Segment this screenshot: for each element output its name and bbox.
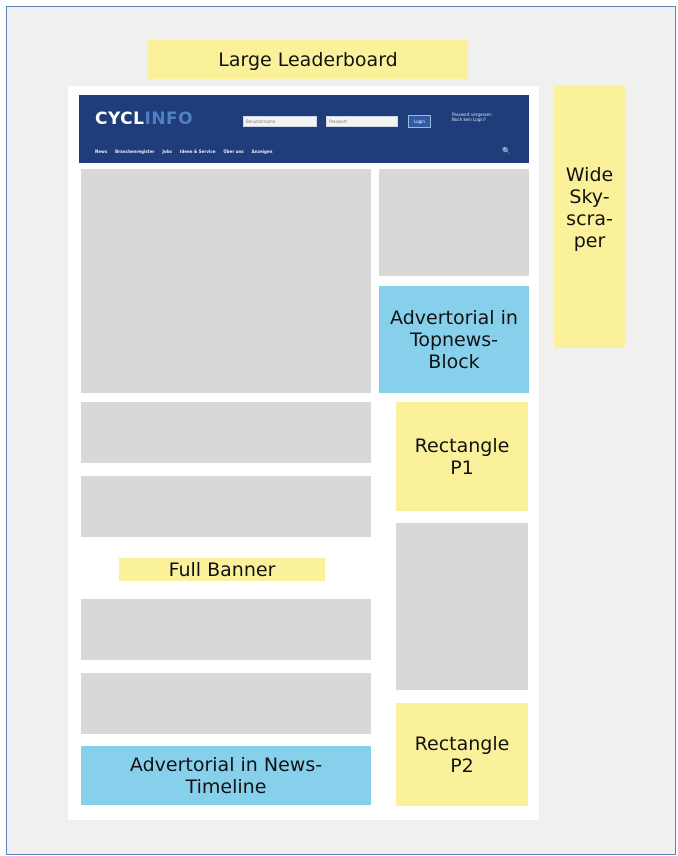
advertorial-timeline-line-1: Advertorial in News- <box>129 753 323 776</box>
nav-item-ueber-uns[interactable]: Über uns <box>223 149 243 157</box>
topnews-side-block <box>379 169 529 276</box>
rectangle-p2-line-1: Rectangle <box>414 732 510 755</box>
news-block-1 <box>81 402 371 463</box>
advertorial-topnews-line-1: Advertorial in <box>390 306 518 329</box>
rectangle-p1-line-2: P1 <box>450 456 474 479</box>
large-leaderboard-label: Large Leaderboard <box>218 48 398 71</box>
search-icon[interactable]: 🔍 <box>502 147 511 155</box>
wide-skyscraper-line-4: per <box>573 230 606 252</box>
news-block-4 <box>81 673 371 734</box>
rectangle-p1-slot: Rectangle P1 <box>396 402 528 511</box>
register-link[interactable]: Noch kein Login? <box>452 117 522 122</box>
advertorial-timeline-line-2: Timeline <box>185 775 267 798</box>
full-banner-slot: Full Banner <box>119 558 325 581</box>
nav-item-ideen-service[interactable]: Ideen & Service <box>180 149 216 157</box>
wide-skyscraper-line-2: Sky- <box>569 186 610 208</box>
advertorial-topnews-line-2: Topnews- <box>409 328 499 351</box>
password-placeholder: Passwort <box>329 119 347 124</box>
wide-skyscraper-line-1: Wide <box>565 164 614 186</box>
username-placeholder: Benutzername <box>246 119 276 124</box>
site-header: CYCLINFO Benutzername Passwort Login Pas… <box>79 95 529 163</box>
nav-item-anzeigen[interactable]: Anzeigen <box>252 149 273 157</box>
news-block-3 <box>81 599 371 660</box>
login-button[interactable]: Login <box>408 115 431 128</box>
logo-text-secondary: INFO <box>144 109 194 129</box>
advertorial-timeline-slot: Advertorial in News- Timeline <box>81 746 371 805</box>
main-nav: News Branchenregister Jobs Ideen & Servi… <box>95 149 505 157</box>
wide-skyscraper-line-3: scra- <box>566 208 613 230</box>
full-banner-label: Full Banner <box>168 558 276 581</box>
account-links: Passwort vergessen Noch kein Login? <box>452 112 522 122</box>
advertorial-topnews-slot: Advertorial in Topnews- Block <box>379 286 529 393</box>
rectangle-p2-line-2: P2 <box>450 754 474 777</box>
news-block-2 <box>81 476 371 537</box>
nav-item-news[interactable]: News <box>95 149 107 157</box>
login-button-label: Login <box>414 119 425 124</box>
advertorial-topnews-line-3: Block <box>428 350 480 373</box>
site-logo[interactable]: CYCLINFO <box>95 109 193 129</box>
rectangle-p1-line-1: Rectangle <box>414 434 510 457</box>
sidebar-block <box>396 523 528 690</box>
large-leaderboard-slot: Large Leaderboard <box>148 40 468 79</box>
username-field[interactable]: Benutzername <box>243 116 317 127</box>
password-field[interactable]: Passwort <box>326 116 398 127</box>
nav-item-jobs[interactable]: Jobs <box>162 149 171 157</box>
wide-skyscraper-slot: Wide Sky- scra- per <box>554 85 625 348</box>
logo-text-primary: CYCL <box>95 109 145 129</box>
rectangle-p2-slot: Rectangle P2 <box>396 703 528 806</box>
topnews-main-block <box>81 169 371 393</box>
nav-item-branchenregister[interactable]: Branchenregister <box>115 149 154 157</box>
